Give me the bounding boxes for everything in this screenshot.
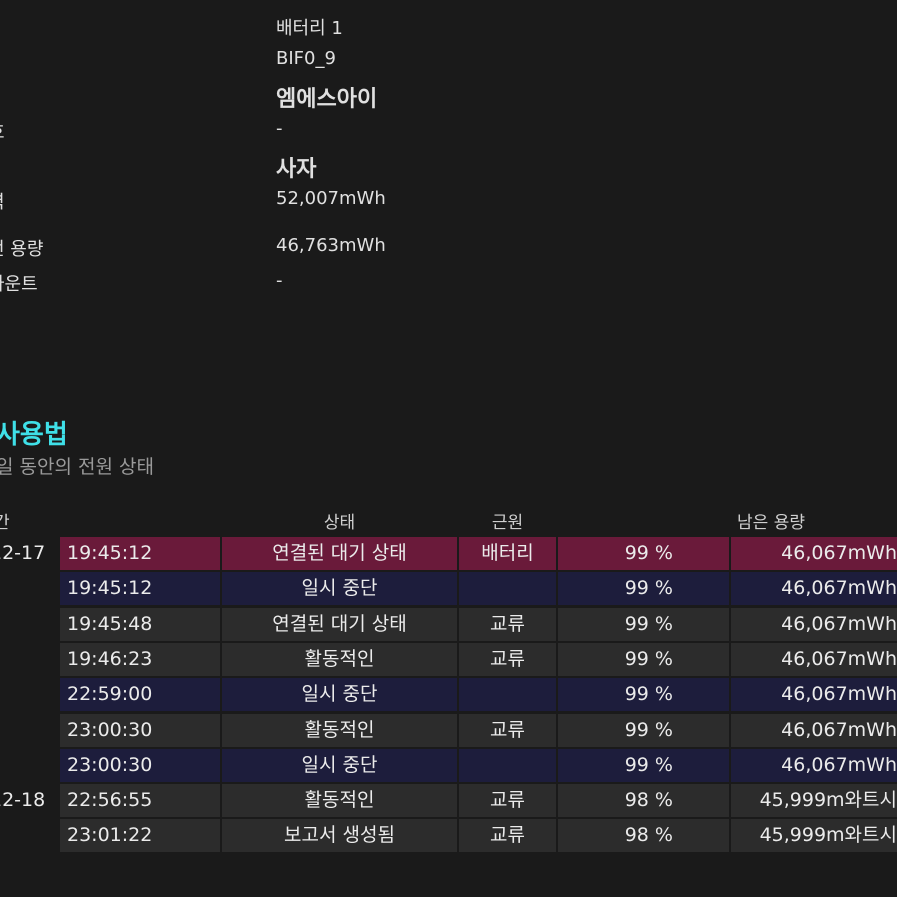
- row-date: 12-17: [0, 542, 46, 564]
- row-time: 23:00:30: [60, 748, 220, 782]
- header-remaining-capacity: 남은 용량: [737, 513, 805, 533]
- row-capacity: 46,067mWh: [731, 713, 897, 747]
- row-state: 연결된 대기 상태: [222, 537, 457, 570]
- row-percent: 99 %: [558, 642, 729, 676]
- row-source: 교류: [459, 642, 556, 676]
- recent-usage-title: 사용법: [0, 420, 68, 450]
- row-percent: 99 %: [558, 678, 729, 712]
- row-state: 연결된 대기 상태: [222, 607, 457, 641]
- row-percent: 98 %: [558, 784, 729, 818]
- row-state: 보고서 생성됨: [222, 819, 457, 853]
- row-time: 23:01:22: [60, 819, 220, 853]
- table-row: 23:00:30 일시 중단 99 % 46,067mWh: [0, 748, 897, 782]
- row-source: 교류: [459, 607, 556, 641]
- row-source: 교류: [459, 713, 556, 747]
- header-state: 상태: [323, 513, 356, 533]
- header-source: 근원: [491, 513, 524, 533]
- row-percent: 99 %: [558, 537, 729, 570]
- recent-usage-subtitle: 일 동안의 전원 상태: [0, 456, 154, 478]
- row-percent: 99 %: [558, 748, 729, 782]
- row-source: 교류: [459, 784, 556, 818]
- row-date: [0, 608, 58, 641]
- row-date: [0, 678, 58, 711]
- table-row: 19:45:12 일시 중단 99 % 46,067mWh: [0, 572, 897, 606]
- table-row: 23:00:30 활동적인 교류 99 % 46,067mWh: [0, 713, 897, 747]
- row-capacity: 46,067mWh: [731, 642, 897, 676]
- design-capacity-label: 력: [0, 188, 5, 214]
- serial-number-label: 호: [0, 118, 5, 144]
- row-time: 22:56:55: [60, 784, 220, 818]
- row-capacity: 46,067mWh: [731, 572, 897, 606]
- full-charge-capacity-label: 전 용량: [0, 239, 44, 260]
- table-row: 12-18 22:56:55활동적인교류98 %45,999m와트시: [0, 784, 897, 818]
- row-capacity: 46,067mWh: [731, 678, 897, 712]
- row-time: 23:00:30: [60, 713, 220, 747]
- row-source: [459, 572, 556, 606]
- full-charge-capacity-value: 46,763mWh: [276, 235, 386, 256]
- row-state: 일시 중단: [222, 572, 457, 606]
- row-state: 활동적인: [222, 713, 457, 747]
- row-source: [459, 748, 556, 782]
- row-time: 19:45:12: [60, 537, 220, 570]
- battery-name-value: 배터리 1: [276, 18, 343, 39]
- row-state: 일시 중단: [222, 748, 457, 782]
- row-time: 22:59:00: [60, 678, 220, 712]
- row-time: 19:45:48: [60, 607, 220, 641]
- row-percent: 99 %: [558, 572, 729, 606]
- row-capacity: 46,067mWh: [731, 748, 897, 782]
- row-state: 활동적인: [222, 784, 457, 818]
- row-capacity: 46,067mWh: [731, 607, 897, 641]
- battery-report-page: 배터리 1 BIF0_9 엠에스아이 호 - 사자 력 52,007mWh 전 …: [0, 0, 897, 897]
- row-date: [0, 643, 58, 676]
- row-capacity: 46,067mWh: [731, 537, 897, 570]
- table-row: 22:59:00 일시 중단 99 % 46,067mWh: [0, 678, 897, 712]
- row-time: 19:45:12: [60, 572, 220, 606]
- row-percent: 98 %: [558, 819, 729, 853]
- serial-number-value: -: [276, 118, 283, 139]
- row-date: [0, 714, 58, 747]
- row-state: 일시 중단: [222, 678, 457, 712]
- row-time: 19:46:23: [60, 642, 220, 676]
- row-source: 교류: [459, 819, 556, 853]
- row-percent: 99 %: [558, 713, 729, 747]
- header-start-time: 간: [0, 513, 10, 533]
- table-row: 19:46:23 활동적인 교류 99 % 46,067mWh: [0, 642, 897, 676]
- row-date: 12-18: [0, 789, 46, 812]
- row-state: 활동적인: [222, 642, 457, 676]
- row-date: [0, 749, 58, 782]
- cycle-count-value: -: [276, 270, 283, 291]
- row-date: [0, 572, 58, 605]
- cycle-count-label: 카운트: [0, 274, 38, 295]
- table-row: 12-17 19:45:12연결된 대기 상태배터리99 %46,067mWh: [0, 537, 897, 570]
- table-row: 19:45:48 연결된 대기 상태 교류 99 % 46,067mWh: [0, 607, 897, 641]
- design-capacity-value: 52,007mWh: [276, 188, 386, 209]
- row-percent: 99 %: [558, 607, 729, 641]
- table-row: 23:01:22 보고서 생성됨 교류 98 % 45,999m와트시: [0, 819, 897, 853]
- battery-id-value: BIF0_9: [276, 48, 336, 69]
- manufacturer-value: 엠에스아이: [276, 87, 378, 112]
- row-capacity: 45,999m와트시: [731, 819, 897, 853]
- chemistry-value: 사자: [276, 157, 317, 182]
- row-source: 배터리: [459, 537, 556, 570]
- row-date: [0, 819, 58, 852]
- row-source: [459, 678, 556, 712]
- row-capacity: 45,999m와트시: [731, 784, 897, 818]
